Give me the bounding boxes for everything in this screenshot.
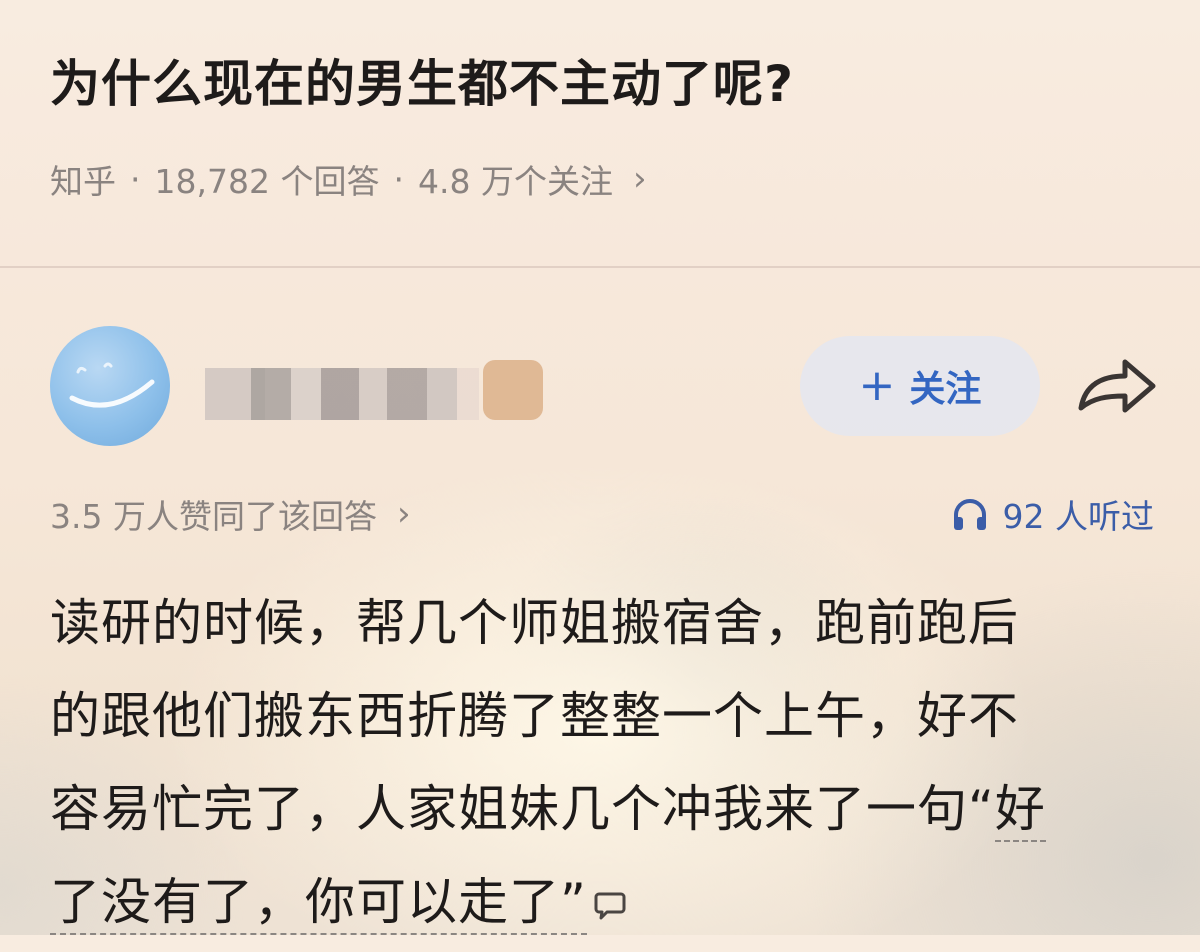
stats-row: 3.5 万人赞同了该回答 › 92 人听过 xyxy=(0,490,1200,550)
answer-line: 的跟他们搬东西折腾了整整一个上午，好不 xyxy=(50,687,1019,745)
answer-line: 了没有了，你可以走了” xyxy=(50,856,1160,949)
meta-separator: · xyxy=(130,159,141,199)
upvote-summary[interactable]: 3.5 万人赞同了该回答 › xyxy=(50,490,411,538)
answer-count: 18,782 个回答 xyxy=(154,162,380,201)
headphones-icon xyxy=(953,499,986,530)
author-row: + 关注 xyxy=(0,320,1200,450)
chevron-right-icon: › xyxy=(396,494,411,534)
chevron-right-icon: › xyxy=(632,159,647,199)
author-name-redacted[interactable] xyxy=(205,358,545,428)
answer-line: 读研的时候，帮几个师姐搬宿舍，跑前跑后 xyxy=(50,594,1019,652)
follow-label: 关注 xyxy=(909,369,982,410)
highlighted-quote[interactable]: 好 xyxy=(994,780,1046,842)
question-header: 为什么现在的男生都不主动了呢? 知乎 · 18,782 个回答 · 4.8 万个… xyxy=(0,0,1200,268)
comment-bubble-icon[interactable] xyxy=(593,859,627,952)
upvote-text: 3.5 万人赞同了该回答 xyxy=(50,497,377,536)
question-title[interactable]: 为什么现在的男生都不主动了呢? xyxy=(50,44,794,116)
listen-count[interactable]: 92 人听过 xyxy=(951,490,1154,538)
section-divider xyxy=(0,266,1200,268)
follow-button[interactable]: + 关注 xyxy=(800,336,1040,436)
answer-content[interactable]: 读研的时候，帮几个师姐搬宿舍，跑前跑后 的跟他们搬东西折腾了整整一个上午，好不 … xyxy=(50,577,1160,949)
follower-count: 4.8 万个关注 xyxy=(417,162,613,201)
question-meta[interactable]: 知乎 · 18,782 个回答 · 4.8 万个关注 › xyxy=(50,155,647,203)
answer-line: 容易忙完了，人家姐妹几个冲我来了一句“好 xyxy=(50,763,1160,856)
share-arrow-icon[interactable] xyxy=(1075,354,1159,418)
smile-avatar-icon[interactable] xyxy=(50,326,170,446)
answer-line-text: 容易忙完了，人家姐妹几个冲我来了一句“ xyxy=(50,780,995,838)
plus-icon: + xyxy=(858,360,896,411)
listen-text: 92 人听过 xyxy=(1002,497,1154,536)
highlighted-quote[interactable]: 了没有了，你可以走了” xyxy=(50,873,587,935)
source-label: 知乎 xyxy=(50,162,116,201)
meta-separator: · xyxy=(393,159,404,199)
